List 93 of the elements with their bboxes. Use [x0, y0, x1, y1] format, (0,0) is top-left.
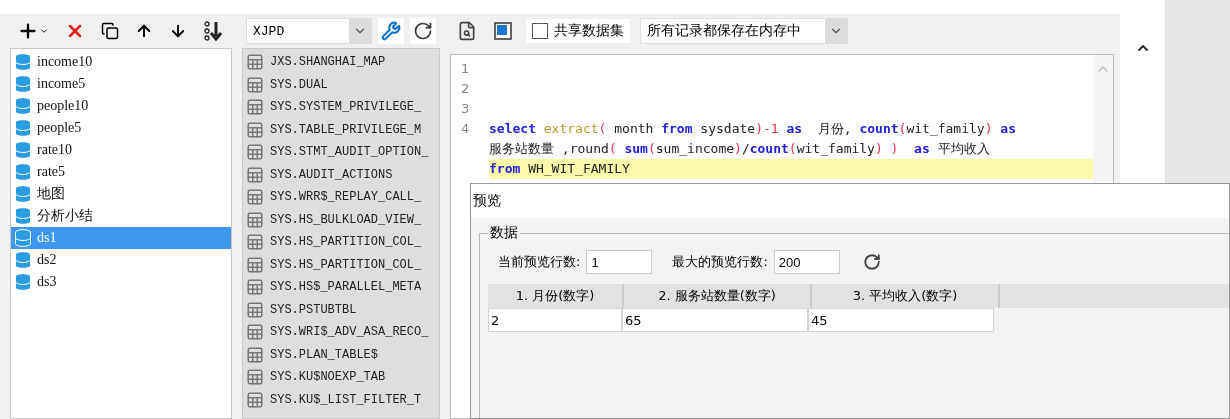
- line-number: 3: [460, 100, 471, 118]
- share-dataset-checkbox[interactable]: 共享数据集: [526, 19, 630, 43]
- table-icon: [246, 278, 264, 297]
- current-rows-field[interactable]: 1: [586, 250, 653, 274]
- wrench-icon: [381, 21, 401, 41]
- database-icon: [13, 228, 33, 248]
- table-item[interactable]: SYS.STMT_AUDIT_OPTION_: [243, 141, 439, 164]
- code-line: select extract( month from sysdate)-1 as 月份, count(wit_family) as: [489, 120, 1017, 138]
- table-item[interactable]: SYS.KU$_LIST_FILTER_T: [243, 388, 439, 411]
- dataset-name: 分析小结: [37, 207, 93, 225]
- dataset-item[interactable]: 地图: [11, 183, 231, 205]
- dataset-name: income10: [37, 54, 93, 70]
- table-item[interactable]: SYS.HS_PARTITION_COL_: [243, 231, 439, 254]
- database-icon: [13, 184, 33, 204]
- table-icon: [246, 368, 264, 387]
- refresh-button[interactable]: [410, 18, 436, 44]
- table-icon: [246, 120, 264, 139]
- table-icon: [246, 165, 264, 184]
- table-item[interactable]: SYS.TABLE_PRIVILEGE_M: [243, 118, 439, 141]
- line-number: 4: [460, 120, 471, 138]
- table-item[interactable]: SYS.PSTUBTBL: [243, 298, 439, 321]
- dataset-name: rate10: [37, 142, 72, 158]
- refresh-icon: [862, 253, 881, 271]
- dataset-name: people5: [37, 120, 82, 136]
- dataset-name: ds3: [37, 274, 57, 290]
- database-icon: [13, 272, 33, 292]
- dataset-item[interactable]: ds2: [11, 249, 231, 271]
- dataset-item[interactable]: income5: [11, 73, 231, 95]
- max-rows-field[interactable]: 200: [773, 250, 840, 274]
- dataset-name: ds2: [37, 252, 57, 268]
- database-icon: [13, 162, 33, 182]
- table-item[interactable]: JXS.SHANGHAI_MAP: [243, 51, 439, 74]
- table-icon: [246, 98, 264, 117]
- dataset-item[interactable]: income10: [11, 51, 231, 73]
- dataset-name: people10: [37, 98, 89, 114]
- sort-down-icon: [203, 21, 223, 41]
- table-item[interactable]: SYS.KU$NOEXP_TAB: [243, 366, 439, 389]
- arrow-down-icon: [169, 22, 187, 40]
- table-cell: 45: [808, 308, 994, 332]
- dataset-item[interactable]: people5: [11, 117, 231, 139]
- caret-icon: [39, 26, 49, 36]
- line-number: 2: [460, 80, 471, 98]
- table-icon: [246, 75, 264, 94]
- table-item[interactable]: SYS.HS_BULKLOAD_VIEW_: [243, 208, 439, 231]
- table-item[interactable]: SYS.HS_PARTITION_COL_: [243, 253, 439, 276]
- table-icon: [246, 188, 264, 207]
- dataset-name: 地图: [37, 185, 65, 203]
- table-item[interactable]: SYS.HS$_PARALLEL_META: [243, 276, 439, 299]
- table-icon: [246, 300, 264, 319]
- table-item[interactable]: SYS.DUAL: [243, 73, 439, 96]
- dataset-item[interactable]: 分析小结: [11, 205, 231, 227]
- dataset-item[interactable]: rate5: [11, 161, 231, 183]
- table-icon: [246, 390, 264, 409]
- database-icon: [13, 140, 33, 160]
- dataset-name: ds1: [37, 230, 57, 246]
- table-item[interactable]: SYS.SYSTEM_PRIVILEGE_: [243, 96, 439, 119]
- dialog-title: 预览: [471, 184, 1229, 218]
- table-item[interactable]: SYS.PLAN_TABLE$: [243, 343, 439, 366]
- database-icon: [13, 74, 33, 94]
- table-icon: [246, 323, 264, 342]
- dataset-item[interactable]: ds3: [11, 271, 231, 293]
- save-icon: [493, 21, 513, 41]
- dataset-name: rate5: [37, 164, 65, 180]
- code-line: 服务站数量 ,round( sum(sum_income)/count(wit_family) ) as 平均收入: [489, 140, 991, 158]
- table-icon: [246, 143, 264, 162]
- table-icon: [246, 233, 264, 252]
- table-icon: [246, 255, 264, 274]
- database-icon: [13, 96, 33, 116]
- table-icon: [246, 53, 264, 72]
- refresh-icon: [413, 21, 433, 41]
- max-rows-label: 最大的预览行数:: [672, 253, 768, 271]
- table-cell: 2: [488, 308, 622, 332]
- database-icon: [13, 206, 33, 226]
- storage-mode-select[interactable]: 所有记录都保存在内存中: [640, 18, 848, 44]
- table-item[interactable]: SYS.WRR$_REPLAY_CALL_: [243, 186, 439, 209]
- database-icon: [13, 52, 33, 72]
- database-icon: [13, 250, 33, 270]
- dataset-item[interactable]: people10: [11, 95, 231, 117]
- database-icon: [13, 118, 33, 138]
- tools-button[interactable]: [378, 18, 404, 44]
- table-item[interactable]: SYS.AUDIT_ACTIONS: [243, 163, 439, 186]
- dataset-name: income5: [37, 76, 86, 92]
- table-item[interactable]: SYS.WRI$_ADV_ASA_RECO_: [243, 321, 439, 344]
- table-cell: 65: [622, 308, 808, 332]
- schema-select[interactable]: XJPD: [246, 18, 372, 44]
- group-title: 数据: [489, 224, 519, 242]
- table-icon: [246, 345, 264, 364]
- current-rows-label: 当前预览行数:: [498, 253, 581, 271]
- table-icon: [246, 210, 264, 229]
- dataset-item[interactable]: rate10: [11, 139, 231, 161]
- copy-icon: [101, 22, 119, 40]
- preview-icon: [457, 21, 477, 41]
- line-number: 1: [460, 60, 471, 78]
